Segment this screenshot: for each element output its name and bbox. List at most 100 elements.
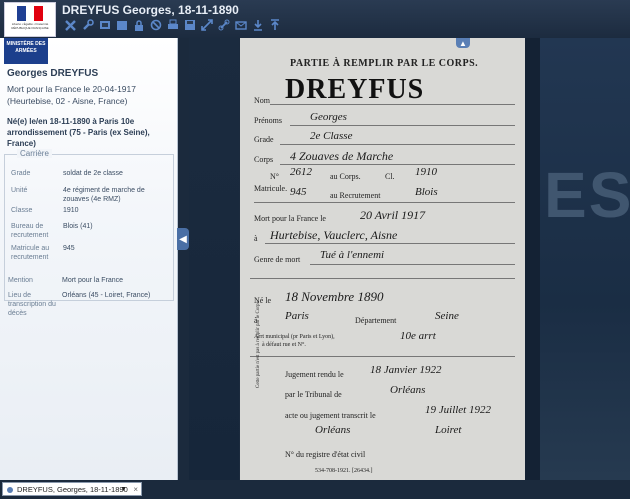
close-record-icon[interactable]: × [133, 483, 138, 497]
lock-icon[interactable] [132, 18, 145, 32]
death-info: Mort pour la France le 20-04-1917 (Heurt… [7, 84, 136, 106]
doc-arr-label: Arrt municipal (pr Paris et Lyon), [254, 334, 335, 340]
doc-footer: 534-708-1921. [26434.] [315, 468, 373, 474]
doc-rule [280, 144, 515, 145]
grade-label: Grade [11, 170, 31, 177]
tools-icon[interactable] [81, 18, 94, 32]
doc-rule [265, 243, 515, 244]
mention-label: Mention [8, 277, 33, 284]
record-select-value: DREYFUS, Georges, 18-11-1890 [17, 485, 128, 494]
background-strip [525, 38, 540, 480]
close-icon[interactable] [64, 18, 77, 32]
doc-side-note: Cette partie n'est pas à remplir par le … [256, 300, 261, 388]
doc-rule [280, 164, 515, 165]
upload-icon[interactable] [268, 18, 281, 32]
doc-transcrit-date: 19 Juillet 1922 [425, 404, 491, 416]
doc-mort-lieu: Hurtebise, Vauclerc, Aisne [270, 228, 398, 242]
lieu-label: Lieu de transcription du décès [8, 292, 56, 317]
doc-cl-label: Cl. [385, 172, 395, 181]
collapse-panel-button[interactable]: ◀ [177, 228, 189, 250]
document-viewer[interactable]: PARTIE À REMPLIR PAR LE CORPS. Nom DREYF… [240, 38, 525, 480]
scroll-up-button[interactable]: ▲ [456, 38, 470, 48]
doc-surname: DREYFUS [285, 74, 425, 105]
arrow-up-icon: ▲ [459, 38, 467, 48]
doc-rule [310, 264, 515, 265]
mention-value: Mort pour la France [62, 277, 124, 284]
bureau-value: Blois (41) [63, 223, 93, 230]
doc-recr-number: 945 [290, 186, 307, 198]
top-bar: Liberté • Égalité • Fraternité RÉPUBLIQU… [0, 0, 630, 38]
doc-arr-value: 10e arrt [400, 330, 436, 342]
resize-icon[interactable] [200, 18, 213, 32]
doc-registre-label: N° du registre d'état civil [285, 450, 366, 459]
doc-class-value: 1910 [415, 166, 437, 178]
toolbar [64, 18, 281, 32]
classe-label: Classe [11, 207, 33, 214]
bureau-label: Bureau de recrutement [11, 223, 49, 239]
doc-prenoms-label: Prénoms [254, 116, 282, 125]
doc-genre-label: Genre de mort [254, 255, 301, 264]
doc-transcrit-lieu: Orléans [315, 424, 351, 436]
link-icon[interactable] [217, 18, 230, 32]
save-icon[interactable] [183, 18, 196, 32]
unite-value: 4e régiment de marche de zouaves (4e RMZ… [63, 187, 145, 203]
doc-tribunal-value: Orléans [390, 384, 426, 396]
doc-a-label: à [254, 234, 258, 243]
download-icon[interactable] [251, 18, 264, 32]
doc-header: PARTIE À REMPLIR PAR LE CORPS. [290, 58, 479, 69]
chevron-down-icon[interactable]: ▼ [120, 483, 127, 497]
matricule-value: 945 [63, 245, 75, 252]
record-select[interactable]: DREYFUS, Georges, 18-11-1890 ▼ × [2, 482, 142, 496]
matricule-label: Matricule au recrutement [11, 245, 50, 261]
filmstrip-icon[interactable] [98, 18, 111, 32]
unite-label: Unité [11, 187, 28, 194]
ban-icon[interactable] [149, 18, 162, 32]
career-legend: Carrière [17, 149, 52, 158]
print-icon[interactable] [166, 18, 179, 32]
doc-grade-label: Grade [254, 135, 274, 144]
doc-corps-value: 4 Zouaves de Marche [290, 149, 394, 163]
doc-tribunal-label: par le Tribunal de [285, 390, 342, 399]
doc-mort-date: 20 Avril 1917 [360, 208, 426, 222]
logo-text: Liberté • Égalité • Fraternité RÉPUBLIQU… [11, 22, 49, 30]
doc-prenoms-value: Georges [310, 111, 347, 123]
info-panel: MINISTÈRE DES ARMÉES Georges DREYFUS Mor… [0, 38, 178, 480]
doc-rule [250, 356, 515, 357]
doc-au-corps-label: au Corps. [330, 172, 361, 181]
classe-value: 1910 [63, 207, 79, 214]
doc-ne-date: 18 Novembre 1890 [285, 289, 384, 304]
doc-rule [254, 202, 515, 203]
doc-no-label: N° [270, 172, 279, 181]
doc-matricule-label: Matricule. [254, 184, 288, 193]
doc-corps-label: Corps [254, 155, 274, 164]
doc-mort-label: Mort pour la France le [254, 214, 326, 223]
lieu-value: Orléans (45 - Loiret, France) [62, 292, 151, 299]
doc-jugement-label: Jugement rendu le [285, 370, 344, 379]
doc-jugement-date: 18 Janvier 1922 [370, 364, 442, 376]
doc-recr-value: Blois [415, 186, 438, 198]
doc-departement-label: Département [355, 316, 397, 325]
doc-ne-lieu: Paris [285, 310, 309, 322]
doc-grade-value: 2e Classe [310, 130, 353, 142]
doc-corps-number: 2612 [290, 166, 312, 178]
republique-francaise-logo: Liberté • Égalité • Fraternité RÉPUBLIQU… [4, 2, 56, 37]
doc-rule [290, 125, 515, 126]
french-flag-icon [17, 6, 44, 21]
mail-icon[interactable] [234, 18, 247, 32]
doc-genre-value: Tué à l'ennemi [320, 249, 385, 261]
person-name: Georges DREYFUS [7, 68, 99, 79]
ministere-logo: MINISTÈRE DES ARMÉES [4, 38, 48, 64]
doc-departement-value: Seine [435, 310, 459, 322]
doc-au-recrutement-label: au Recrutement [330, 191, 381, 200]
background-left [189, 38, 239, 480]
birth-info: Né(e) le/en 18-11-1890 à Paris 10e arron… [7, 117, 150, 148]
grade-value: soldat de 2e classe [63, 170, 123, 177]
record-dot-icon [7, 487, 13, 493]
page-title: DREYFUS Georges, 18-11-1890 [62, 3, 239, 17]
page-icon[interactable] [115, 18, 128, 32]
doc-nom-label: Nom [254, 96, 270, 105]
background-banner: ES [540, 38, 630, 480]
doc-rule [270, 104, 515, 105]
doc-rule [250, 278, 515, 279]
doc-transcrit-label: acte ou jugement transcrit le [285, 411, 376, 420]
